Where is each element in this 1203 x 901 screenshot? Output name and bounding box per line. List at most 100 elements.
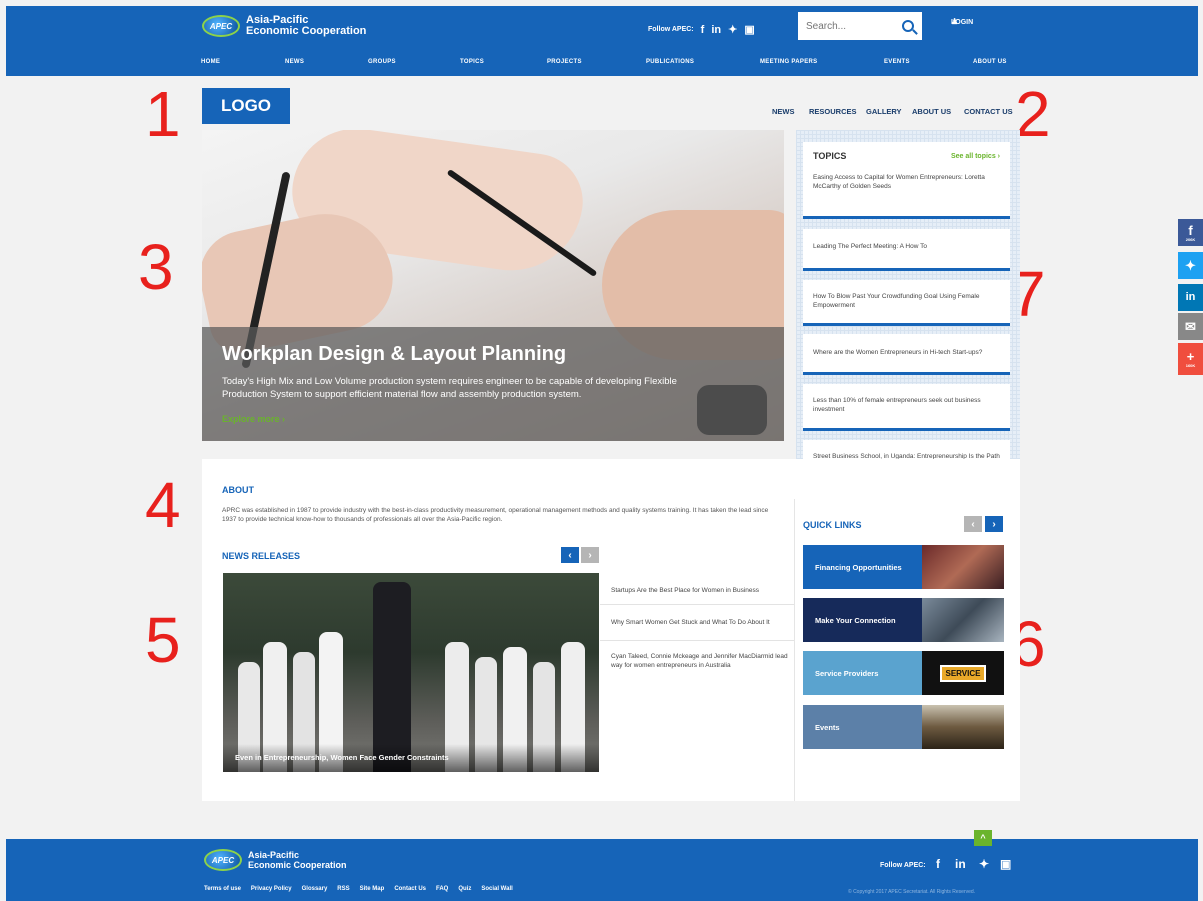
nav-events[interactable]: EVENTS (884, 59, 910, 65)
share-linkedin-button[interactable]: in (1178, 284, 1203, 311)
news-prev-button[interactable]: ‹ (561, 547, 579, 563)
column-divider (794, 499, 795, 801)
apec-org-name: Asia-Pacific Economic Cooperation (246, 15, 366, 37)
annotation-3: 3 (138, 231, 174, 303)
news-item[interactable]: Cyan Taleed, Connie Mckeage and Jennifer… (611, 652, 793, 670)
annotation-5: 5 (145, 604, 181, 676)
topic-card[interactable]: Where are the Women Entrepreneurs in Hi-… (803, 334, 1010, 375)
back-to-top-button[interactable]: ^ (974, 830, 992, 846)
news-releases-title: NEWS RELEASES (222, 551, 301, 561)
news-item[interactable]: Why Smart Women Get Stuck and What To Do… (611, 618, 793, 627)
nav-groups[interactable]: GROUPS (368, 59, 396, 65)
news-divider (600, 640, 794, 641)
quick-link-financing[interactable]: Financing Opportunities (803, 545, 1004, 589)
share-email-button[interactable]: ✉ (1178, 313, 1203, 340)
footer-twitter-icon[interactable]: ✦ (979, 857, 989, 871)
footer-links: Terms of use Privacy Policy Glossary RSS… (204, 886, 513, 892)
footer-link-terms[interactable]: Terms of use (204, 886, 241, 892)
news-item[interactable]: Startups Are the Best Place for Women in… (611, 586, 793, 595)
about-text: APRC was established in 1987 to provide … (222, 507, 769, 523)
nav-publications[interactable]: PUBLICATIONS (646, 59, 694, 65)
apec-badge-icon: APEC (204, 849, 242, 871)
quick-link-image (922, 705, 1004, 749)
share-facebook-button[interactable]: f 206K (1178, 219, 1203, 246)
news-next-button[interactable]: › (581, 547, 599, 563)
user-icon: ♟ (951, 17, 959, 26)
news-divider (600, 604, 794, 605)
email-icon: ✉ (1185, 319, 1196, 334)
annotation-1: 1 (145, 78, 181, 150)
nav-news[interactable]: NEWS (285, 59, 304, 65)
footer-link-social-wall[interactable]: Social Wall (481, 886, 512, 892)
see-all-topics-link[interactable]: See all topics › (951, 152, 1000, 161)
search-box (798, 12, 922, 40)
top-header-content: APEC Asia-Pacific Economic Cooperation F… (6, 6, 1198, 56)
topic-card[interactable]: Less than 10% of female entrepreneurs se… (803, 384, 1010, 431)
about-title: ABOUT (222, 485, 254, 495)
subnav-news[interactable]: NEWS (772, 107, 795, 116)
twitter-icon: ✦ (1185, 258, 1196, 273)
subnav-contact-us[interactable]: CONTACT US (964, 107, 1013, 116)
quick-link-label: Make Your Connection (803, 598, 922, 642)
footer-link-contact[interactable]: Contact Us (394, 886, 426, 892)
quick-link-connection[interactable]: Make Your Connection (803, 598, 1004, 642)
apec-logo[interactable]: APEC Asia-Pacific Economic Cooperation (202, 15, 366, 37)
nav-about-us[interactable]: ABOUT US (973, 59, 1007, 65)
copyright: © Copyright 2017 APEC Secretariat. All R… (848, 889, 976, 895)
footer-facebook-icon[interactable]: f (936, 857, 940, 871)
footer-link-faq[interactable]: FAQ (436, 886, 448, 892)
footer-link-quiz[interactable]: Quiz (458, 886, 471, 892)
nav-projects[interactable]: PROJECTS (547, 59, 582, 65)
hero-banner[interactable]: Workplan Design & Layout Planning Today'… (202, 130, 784, 441)
quick-link-events[interactable]: Events (803, 705, 1004, 749)
login-button[interactable]: ♟ LOGIN (951, 17, 973, 26)
facebook-icon: f (1188, 222, 1193, 238)
topic-text: Less than 10% of female entrepreneurs se… (813, 397, 981, 413)
search-icon[interactable] (902, 20, 914, 32)
quick-link-service-providers[interactable]: Service Providers SERVICE (803, 651, 1004, 695)
subnav-about-us[interactable]: ABOUT US (912, 107, 951, 116)
apec-badge-icon: APEC (202, 15, 240, 37)
topic-card[interactable]: How To Blow Past Your Crowdfunding Goal … (803, 280, 1010, 326)
follow-apec: Follow APEC: f in ✦ ▣ (648, 23, 755, 37)
annotation-2: 2 (1015, 78, 1051, 150)
topic-text: Easing Access to Capital for Women Entre… (813, 174, 985, 190)
footer-link-rss[interactable]: RSS (337, 886, 349, 892)
twitter-icon[interactable]: ✦ (728, 23, 737, 36)
topic-card[interactable]: Leading The Perfect Meeting: A How To (803, 229, 1010, 271)
footer-youtube-icon[interactable]: ▣ (1000, 857, 1011, 871)
service-sign: SERVICE (939, 664, 987, 682)
quick-link-label: Events (803, 705, 922, 749)
footer-link-sitemap[interactable]: Site Map (360, 886, 385, 892)
nav-topics[interactable]: TOPICS (460, 59, 484, 65)
quick-links-next-button[interactable]: › (985, 516, 1003, 532)
search-input[interactable] (806, 20, 896, 32)
footer-apec-logo[interactable]: APEC Asia-Pacific Economic Cooperation (204, 849, 347, 871)
site-logo[interactable]: LOGO (202, 88, 290, 124)
topic-text: How To Blow Past Your Crowdfunding Goal … (813, 293, 980, 309)
footer-link-glossary[interactable]: Glossary (302, 886, 328, 892)
quick-links-title: QUICK LINKS (803, 520, 862, 530)
linkedin-icon[interactable]: in (711, 24, 721, 36)
footer-follow-label: Follow APEC: (880, 862, 926, 869)
share-count: 160K (1185, 363, 1196, 368)
quick-links-prev-button[interactable]: ‹ (964, 516, 982, 532)
subnav-resources[interactable]: RESOURCES (809, 107, 857, 116)
explore-more-link[interactable]: Explore more › (222, 414, 285, 424)
nav-meeting-papers[interactable]: MEETING PAPERS (760, 59, 817, 65)
nav-home[interactable]: HOME (201, 59, 220, 65)
subnav-gallery[interactable]: GALLERY (866, 107, 902, 116)
share-twitter-button[interactable]: ✦ (1178, 252, 1203, 279)
topics-header: TOPICS See all topics › (813, 152, 1000, 161)
photo-caption: Even in Entrepreneurship, Women Face Gen… (235, 753, 449, 762)
topic-card[interactable]: TOPICS See all topics › Easing Access to… (803, 142, 1010, 219)
news-feature-image[interactable]: Even in Entrepreneurship, Women Face Gen… (223, 573, 599, 772)
footer-link-privacy[interactable]: Privacy Policy (251, 886, 292, 892)
hero-text: Today's High Mix and Low Volume producti… (222, 376, 677, 400)
follow-label: Follow APEC: (648, 26, 694, 33)
youtube-icon[interactable]: ▣ (744, 23, 754, 36)
footer-linkedin-icon[interactable]: in (955, 857, 966, 871)
plus-icon: + (1186, 349, 1195, 364)
share-more-button[interactable]: + 160K (1178, 343, 1203, 375)
facebook-icon[interactable]: f (701, 24, 705, 36)
